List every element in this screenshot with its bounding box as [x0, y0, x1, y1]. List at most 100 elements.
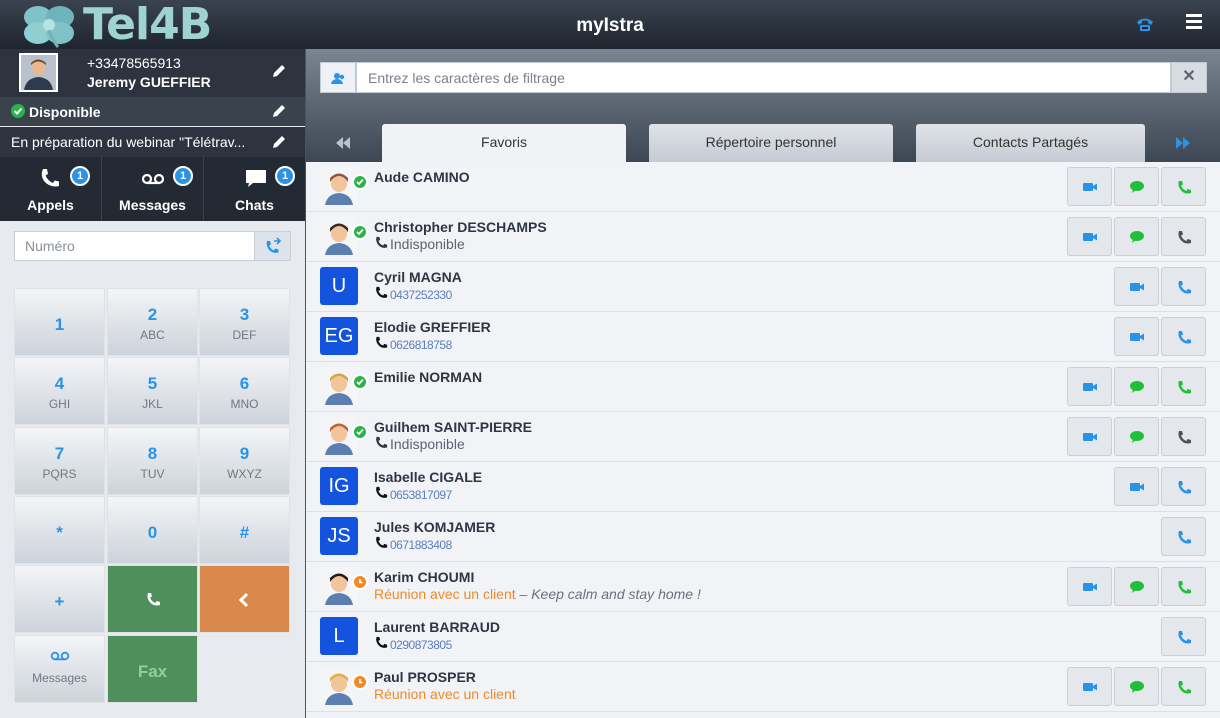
key-4[interactable]: 4 GHI: [14, 357, 105, 425]
top-bar: Tel4B myIstra: [0, 0, 1220, 50]
tab-favoris[interactable]: Favoris: [382, 124, 626, 162]
key-star[interactable]: *: [14, 496, 105, 564]
key-9[interactable]: 9 WXYZ: [199, 427, 290, 495]
contact-row[interactable]: Guilhem SAINT-PIERRE Indisponible: [306, 412, 1220, 462]
video-call-button[interactable]: [1067, 417, 1112, 456]
tab-repertoire-personnel[interactable]: Répertoire personnel: [649, 124, 893, 162]
contact-row[interactable]: L Laurent BARRAUD 0290873805: [306, 612, 1220, 662]
call-button[interactable]: [1161, 217, 1206, 256]
avatar[interactable]: [19, 53, 58, 92]
chat-button[interactable]: [1114, 567, 1159, 606]
video-call-button[interactable]: [1114, 267, 1159, 306]
initials-avatar: IG: [320, 467, 358, 505]
edit-pencil-icon[interactable]: [271, 63, 287, 79]
contact-number-text[interactable]: 0653817097: [390, 488, 452, 502]
contact-row[interactable]: Karim CHOUMI Réunion avec un client – Kee…: [306, 562, 1220, 612]
available-check-icon: [352, 174, 368, 190]
key-letters: PQRS: [42, 467, 77, 481]
key-hash[interactable]: #: [199, 496, 290, 564]
key-8[interactable]: 8 TUV: [107, 427, 198, 495]
contacts-header: ✕ Favoris Répertoire personnel Contacts …: [306, 49, 1220, 162]
chat-icon: [1130, 231, 1144, 243]
call-button[interactable]: [1161, 317, 1206, 356]
contact-row[interactable]: Paul PROSPER Réunion avec un client: [306, 662, 1220, 712]
video-call-button[interactable]: [1067, 167, 1112, 206]
call-button[interactable]: [1161, 417, 1206, 456]
contact-note: – Keep calm and stay home !: [515, 586, 701, 602]
presence-status[interactable]: Disponible: [0, 97, 305, 126]
video-call-button[interactable]: [1067, 217, 1112, 256]
chat-button[interactable]: [1114, 417, 1159, 456]
video-call-button[interactable]: [1114, 317, 1159, 356]
contact-number-text[interactable]: 0626818758: [390, 338, 452, 352]
phone-icon: [374, 486, 388, 498]
video-call-button[interactable]: [1067, 567, 1112, 606]
key-3[interactable]: 3 DEF: [199, 288, 290, 356]
voicemail-button[interactable]: Messages: [14, 635, 105, 703]
hamburger-menu-icon[interactable]: [1186, 14, 1202, 30]
contact-lookup-button[interactable]: [254, 231, 291, 261]
edit-pencil-icon[interactable]: [271, 103, 287, 119]
key-6[interactable]: 6 MNO: [199, 357, 290, 425]
initials-avatar: EG: [320, 317, 358, 355]
video-call-button[interactable]: [1114, 467, 1159, 506]
chat-icon: [1130, 681, 1144, 693]
edit-pencil-icon[interactable]: [271, 134, 287, 150]
key-2[interactable]: 2 ABC: [107, 288, 198, 356]
contact-row[interactable]: JS Jules KOMJAMER 0671883408: [306, 512, 1220, 562]
video-call-button[interactable]: [1067, 367, 1112, 406]
phone-icon[interactable]: [1135, 14, 1155, 34]
filter-input[interactable]: [356, 62, 1171, 93]
contact-row[interactable]: IG Isabelle CIGALE 0653817097: [306, 462, 1220, 512]
chat-button[interactable]: [1114, 367, 1159, 406]
chat-button[interactable]: [1114, 167, 1159, 206]
key-7[interactable]: 7 PQRS: [14, 427, 105, 495]
contact-filter-button[interactable]: [320, 62, 356, 93]
key-digit: +: [54, 592, 65, 611]
key-0[interactable]: 0: [107, 496, 198, 564]
scroll-tabs-right-icon[interactable]: [1145, 124, 1220, 162]
call-button[interactable]: [1161, 367, 1206, 406]
avatar-initials: IG: [328, 475, 350, 497]
chat-button[interactable]: [1114, 217, 1159, 256]
call-button[interactable]: [1161, 617, 1206, 656]
chat-button[interactable]: [1114, 667, 1159, 706]
call-button[interactable]: [107, 565, 198, 633]
backspace-button[interactable]: [199, 565, 290, 633]
contact-number-text[interactable]: 0437252330: [390, 288, 452, 302]
status-label: Disponible: [29, 104, 101, 120]
contact-row[interactable]: EG Elodie GREFFIER 0626818758: [306, 312, 1220, 362]
video-call-button[interactable]: [1067, 667, 1112, 706]
clear-filter-button[interactable]: ✕: [1171, 62, 1207, 93]
phone-icon: [374, 436, 388, 448]
call-button[interactable]: [1161, 267, 1206, 306]
contact-number-text[interactable]: 0671883408: [390, 538, 452, 552]
call-button[interactable]: [1161, 167, 1206, 206]
tab-messages[interactable]: 1 Messages: [102, 157, 204, 221]
call-button[interactable]: [1161, 567, 1206, 606]
key-1[interactable]: 1: [14, 288, 105, 356]
number-input[interactable]: [14, 231, 254, 261]
key-letters: JKL: [142, 397, 163, 411]
initials-avatar: L: [320, 617, 358, 655]
key-5[interactable]: 5 JKL: [107, 357, 198, 425]
tab-contacts-partages[interactable]: Contacts Partagés: [916, 124, 1145, 162]
scroll-tabs-left-icon[interactable]: [306, 124, 382, 162]
call-button[interactable]: [1161, 467, 1206, 506]
key-plus[interactable]: +: [14, 565, 105, 633]
contact-row[interactable]: U Cyril MAGNA 0437252330: [306, 262, 1220, 312]
contact-row[interactable]: Christopher DESCHAMPS Indisponible: [306, 212, 1220, 262]
contact-number-text[interactable]: 0290873805: [390, 638, 452, 652]
contact-row[interactable]: Emilie NORMAN: [306, 362, 1220, 412]
tab-appels[interactable]: 1 Appels: [0, 157, 102, 221]
contact-name: Jules KOMJAMER: [374, 519, 496, 535]
key-digit: 7: [54, 444, 65, 463]
tab-chats[interactable]: 1 Chats: [204, 157, 305, 221]
avatar-initials: U: [331, 275, 347, 297]
fax-button[interactable]: Fax: [107, 635, 198, 703]
status-message[interactable]: En préparation du webinar "Télétrav...: [0, 127, 305, 157]
contact-number: 0290873805: [374, 636, 452, 652]
call-button[interactable]: [1161, 517, 1206, 556]
contact-row[interactable]: Aude CAMINO: [306, 162, 1220, 212]
call-button[interactable]: [1161, 667, 1206, 706]
